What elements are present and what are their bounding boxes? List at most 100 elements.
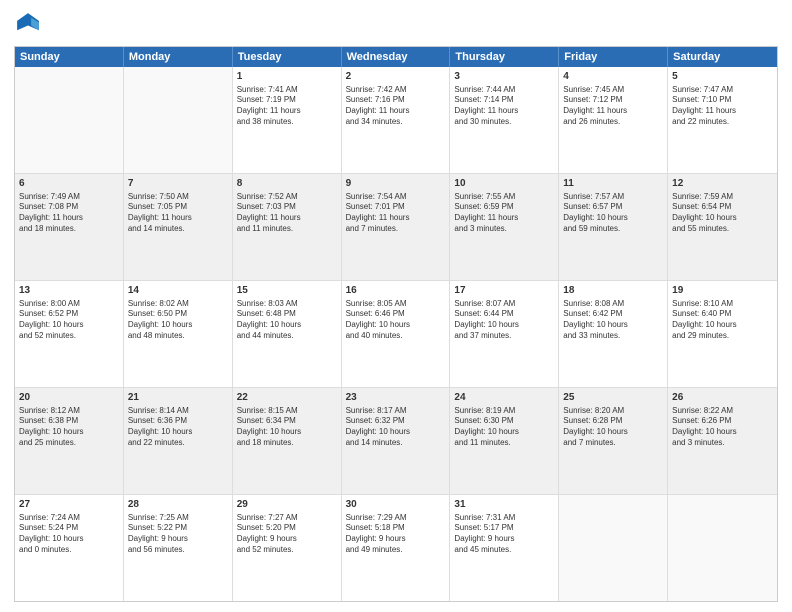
calendar-cell: 2Sunrise: 7:42 AM Sunset: 7:16 PM Daylig… — [342, 67, 451, 173]
calendar-cell: 1Sunrise: 7:41 AM Sunset: 7:19 PM Daylig… — [233, 67, 342, 173]
calendar-cell: 8Sunrise: 7:52 AM Sunset: 7:03 PM Daylig… — [233, 174, 342, 280]
day-info: Sunrise: 8:17 AM Sunset: 6:32 PM Dayligh… — [346, 406, 446, 449]
calendar-cell: 25Sunrise: 8:20 AM Sunset: 6:28 PM Dayli… — [559, 388, 668, 494]
calendar: SundayMondayTuesdayWednesdayThursdayFrid… — [14, 46, 778, 602]
page: SundayMondayTuesdayWednesdayThursdayFrid… — [0, 0, 792, 612]
day-info: Sunrise: 7:44 AM Sunset: 7:14 PM Dayligh… — [454, 85, 554, 128]
cal-header-sunday: Sunday — [15, 47, 124, 67]
day-number: 30 — [346, 498, 446, 512]
cal-header-monday: Monday — [124, 47, 233, 67]
day-info: Sunrise: 8:03 AM Sunset: 6:48 PM Dayligh… — [237, 299, 337, 342]
cal-header-thursday: Thursday — [450, 47, 559, 67]
day-number: 9 — [346, 177, 446, 191]
calendar-cell: 19Sunrise: 8:10 AM Sunset: 6:40 PM Dayli… — [668, 281, 777, 387]
day-info: Sunrise: 8:20 AM Sunset: 6:28 PM Dayligh… — [563, 406, 663, 449]
calendar-cell — [15, 67, 124, 173]
day-number: 22 — [237, 391, 337, 405]
cal-header-friday: Friday — [559, 47, 668, 67]
day-number: 29 — [237, 498, 337, 512]
day-info: Sunrise: 8:00 AM Sunset: 6:52 PM Dayligh… — [19, 299, 119, 342]
calendar-cell: 11Sunrise: 7:57 AM Sunset: 6:57 PM Dayli… — [559, 174, 668, 280]
calendar-cell: 27Sunrise: 7:24 AM Sunset: 5:24 PM Dayli… — [15, 495, 124, 601]
day-number: 1 — [237, 70, 337, 84]
calendar-cell: 23Sunrise: 8:17 AM Sunset: 6:32 PM Dayli… — [342, 388, 451, 494]
calendar-row-0: 1Sunrise: 7:41 AM Sunset: 7:19 PM Daylig… — [15, 67, 777, 173]
calendar-cell: 22Sunrise: 8:15 AM Sunset: 6:34 PM Dayli… — [233, 388, 342, 494]
day-number: 3 — [454, 70, 554, 84]
calendar-cell — [559, 495, 668, 601]
calendar-cell — [124, 67, 233, 173]
day-info: Sunrise: 8:14 AM Sunset: 6:36 PM Dayligh… — [128, 406, 228, 449]
calendar-cell: 21Sunrise: 8:14 AM Sunset: 6:36 PM Dayli… — [124, 388, 233, 494]
day-info: Sunrise: 7:49 AM Sunset: 7:08 PM Dayligh… — [19, 192, 119, 235]
day-number: 2 — [346, 70, 446, 84]
day-number: 15 — [237, 284, 337, 298]
day-info: Sunrise: 8:10 AM Sunset: 6:40 PM Dayligh… — [672, 299, 773, 342]
calendar-row-3: 20Sunrise: 8:12 AM Sunset: 6:38 PM Dayli… — [15, 387, 777, 494]
cal-header-saturday: Saturday — [668, 47, 777, 67]
calendar-cell: 16Sunrise: 8:05 AM Sunset: 6:46 PM Dayli… — [342, 281, 451, 387]
day-info: Sunrise: 7:27 AM Sunset: 5:20 PM Dayligh… — [237, 513, 337, 556]
day-info: Sunrise: 7:29 AM Sunset: 5:18 PM Dayligh… — [346, 513, 446, 556]
day-number: 17 — [454, 284, 554, 298]
day-info: Sunrise: 8:15 AM Sunset: 6:34 PM Dayligh… — [237, 406, 337, 449]
day-info: Sunrise: 7:54 AM Sunset: 7:01 PM Dayligh… — [346, 192, 446, 235]
calendar-cell: 15Sunrise: 8:03 AM Sunset: 6:48 PM Dayli… — [233, 281, 342, 387]
day-info: Sunrise: 7:25 AM Sunset: 5:22 PM Dayligh… — [128, 513, 228, 556]
header — [14, 10, 778, 38]
day-number: 4 — [563, 70, 663, 84]
day-number: 13 — [19, 284, 119, 298]
day-info: Sunrise: 7:41 AM Sunset: 7:19 PM Dayligh… — [237, 85, 337, 128]
calendar-cell: 3Sunrise: 7:44 AM Sunset: 7:14 PM Daylig… — [450, 67, 559, 173]
calendar-cell: 18Sunrise: 8:08 AM Sunset: 6:42 PM Dayli… — [559, 281, 668, 387]
cal-header-wednesday: Wednesday — [342, 47, 451, 67]
day-number: 20 — [19, 391, 119, 405]
day-number: 31 — [454, 498, 554, 512]
day-number: 11 — [563, 177, 663, 191]
calendar-cell — [668, 495, 777, 601]
day-number: 26 — [672, 391, 773, 405]
day-info: Sunrise: 8:05 AM Sunset: 6:46 PM Dayligh… — [346, 299, 446, 342]
day-info: Sunrise: 8:07 AM Sunset: 6:44 PM Dayligh… — [454, 299, 554, 342]
day-info: Sunrise: 7:59 AM Sunset: 6:54 PM Dayligh… — [672, 192, 773, 235]
calendar-row-1: 6Sunrise: 7:49 AM Sunset: 7:08 PM Daylig… — [15, 173, 777, 280]
day-number: 24 — [454, 391, 554, 405]
calendar-cell: 26Sunrise: 8:22 AM Sunset: 6:26 PM Dayli… — [668, 388, 777, 494]
day-info: Sunrise: 8:22 AM Sunset: 6:26 PM Dayligh… — [672, 406, 773, 449]
calendar-row-2: 13Sunrise: 8:00 AM Sunset: 6:52 PM Dayli… — [15, 280, 777, 387]
day-info: Sunrise: 7:55 AM Sunset: 6:59 PM Dayligh… — [454, 192, 554, 235]
calendar-cell: 12Sunrise: 7:59 AM Sunset: 6:54 PM Dayli… — [668, 174, 777, 280]
calendar-cell: 13Sunrise: 8:00 AM Sunset: 6:52 PM Dayli… — [15, 281, 124, 387]
day-number: 7 — [128, 177, 228, 191]
calendar-cell: 30Sunrise: 7:29 AM Sunset: 5:18 PM Dayli… — [342, 495, 451, 601]
day-number: 14 — [128, 284, 228, 298]
day-info: Sunrise: 7:24 AM Sunset: 5:24 PM Dayligh… — [19, 513, 119, 556]
day-number: 19 — [672, 284, 773, 298]
day-info: Sunrise: 8:19 AM Sunset: 6:30 PM Dayligh… — [454, 406, 554, 449]
day-info: Sunrise: 7:45 AM Sunset: 7:12 PM Dayligh… — [563, 85, 663, 128]
calendar-header: SundayMondayTuesdayWednesdayThursdayFrid… — [15, 47, 777, 67]
day-number: 8 — [237, 177, 337, 191]
day-number: 10 — [454, 177, 554, 191]
day-info: Sunrise: 7:50 AM Sunset: 7:05 PM Dayligh… — [128, 192, 228, 235]
day-number: 21 — [128, 391, 228, 405]
day-info: Sunrise: 7:31 AM Sunset: 5:17 PM Dayligh… — [454, 513, 554, 556]
calendar-cell: 24Sunrise: 8:19 AM Sunset: 6:30 PM Dayli… — [450, 388, 559, 494]
calendar-cell: 28Sunrise: 7:25 AM Sunset: 5:22 PM Dayli… — [124, 495, 233, 601]
day-number: 28 — [128, 498, 228, 512]
day-number: 27 — [19, 498, 119, 512]
calendar-cell: 7Sunrise: 7:50 AM Sunset: 7:05 PM Daylig… — [124, 174, 233, 280]
day-number: 18 — [563, 284, 663, 298]
day-number: 12 — [672, 177, 773, 191]
logo-icon — [14, 10, 42, 38]
logo — [14, 10, 44, 38]
day-number: 25 — [563, 391, 663, 405]
day-info: Sunrise: 8:08 AM Sunset: 6:42 PM Dayligh… — [563, 299, 663, 342]
day-number: 5 — [672, 70, 773, 84]
calendar-cell: 31Sunrise: 7:31 AM Sunset: 5:17 PM Dayli… — [450, 495, 559, 601]
day-info: Sunrise: 7:52 AM Sunset: 7:03 PM Dayligh… — [237, 192, 337, 235]
day-info: Sunrise: 8:12 AM Sunset: 6:38 PM Dayligh… — [19, 406, 119, 449]
day-number: 23 — [346, 391, 446, 405]
day-number: 16 — [346, 284, 446, 298]
calendar-cell: 17Sunrise: 8:07 AM Sunset: 6:44 PM Dayli… — [450, 281, 559, 387]
